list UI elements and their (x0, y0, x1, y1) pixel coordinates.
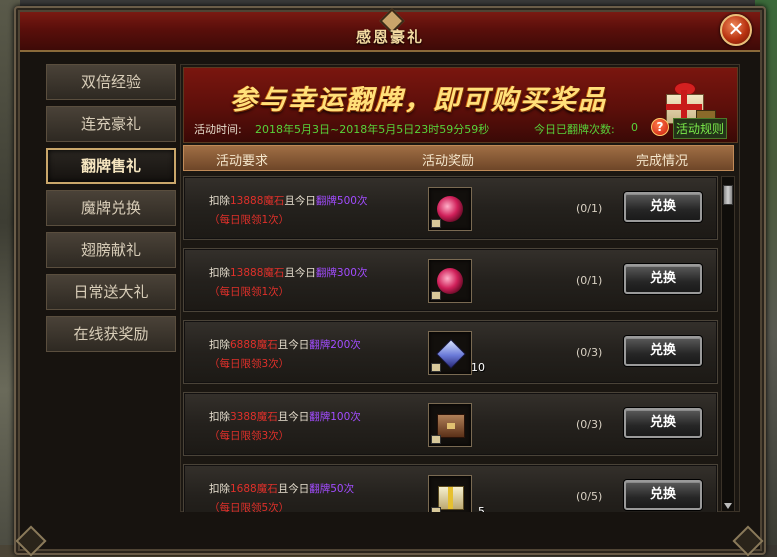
reward-quantity: 10 (471, 361, 485, 374)
table-row: 扣除6888魔石且今日翻牌200次 （每日限领3次） 10 (0/3) 兑换 (183, 320, 718, 384)
progress-text: (0/3) (576, 346, 603, 359)
lock-icon (431, 435, 441, 444)
reward-slot[interactable]: 10 (428, 331, 485, 375)
scroll-thumb[interactable] (723, 185, 733, 205)
daily-limit-text: （每日限领3次） (209, 430, 290, 442)
progress-text: (0/1) (576, 202, 603, 215)
table-row: 扣除13888魔石且今日翻牌500次 （每日限领1次） (0/1) 兑换 (183, 176, 718, 240)
lock-icon (431, 291, 441, 300)
lock-icon (431, 507, 441, 512)
reward-quantity: 5 (478, 505, 485, 512)
banner-headline: 参与幸运翻牌，即可购买奖品 (230, 85, 607, 116)
reward-slot[interactable] (428, 259, 472, 303)
redeem-button[interactable]: 兑换 (624, 408, 702, 438)
header-reward: 活动奖励 (422, 154, 475, 169)
sidebar-item-daily-gift[interactable]: 日常送大礼 (46, 274, 176, 310)
reward-slot[interactable] (428, 403, 472, 447)
table-row: 扣除1688魔石且今日翻牌50次 （每日限领5次） 5 (0/5) 兑换 (183, 464, 718, 512)
requirement-text: 扣除13888魔石且今日翻牌500次 (209, 195, 368, 207)
window-titlebar: 感恩豪礼 (20, 8, 760, 52)
sidebar-item-flip-sale[interactable]: 翻牌售礼 (46, 148, 176, 184)
table-row: 扣除13888魔石且今日翻牌300次 （每日限领1次） (0/1) 兑换 (183, 248, 718, 312)
requirement-text: 扣除13888魔石且今日翻牌300次 (209, 267, 368, 279)
daily-limit-text: （每日限领1次） (209, 286, 290, 298)
progress-text: (0/1) (576, 274, 603, 287)
window-title: 感恩豪礼 (355, 28, 424, 46)
table-row: 扣除3388魔石且今日翻牌100次 （每日限领3次） (0/3) 兑换 (183, 392, 718, 456)
daily-limit-text: （每日限领1次） (209, 214, 290, 226)
requirement-text: 扣除6888魔石且今日翻牌200次 (209, 339, 361, 351)
gift-box-icon (438, 486, 464, 510)
lock-icon (431, 363, 441, 372)
progress-text: (0/3) (576, 418, 603, 431)
close-button[interactable]: ✕ (720, 14, 752, 46)
scroll-down-icon[interactable] (724, 503, 732, 509)
daily-limit-text: （每日限领5次） (209, 502, 290, 512)
event-time-value: 2018年5月3日~2018年5月5日23时59分59秒 (255, 123, 490, 136)
sidebar-item-wing-gift[interactable]: 翅膀献礼 (46, 232, 176, 268)
sidebar-item-online-reward[interactable]: 在线获奖励 (46, 316, 176, 352)
rules-link[interactable]: 活动规则 (673, 118, 728, 139)
sidebar-item-double-exp[interactable]: 双倍经验 (46, 64, 176, 100)
redeem-button[interactable]: 兑换 (624, 264, 702, 294)
reward-slot[interactable]: 5 (428, 475, 485, 512)
event-time-label: 活动时间: (194, 123, 242, 136)
daily-limit-text: （每日限领3次） (209, 358, 290, 370)
requirement-text: 扣除3388魔石且今日翻牌100次 (209, 411, 361, 423)
progress-text: (0/5) (576, 490, 603, 503)
table-header: 活动要求 活动奖励 完成情况 (183, 145, 734, 171)
today-flips-label: 今日已翻牌次数: (534, 123, 615, 136)
sidebar-nav: 双倍经验 连充豪礼 翻牌售礼 魔牌兑换 翅膀献礼 日常送大礼 在线获奖励 (46, 64, 176, 358)
header-requirement: 活动要求 (216, 154, 269, 169)
reward-slot[interactable] (428, 187, 472, 231)
today-flips-count: 0 (631, 121, 638, 134)
help-icon[interactable]: ? (651, 118, 669, 136)
list-scrollbar[interactable] (721, 176, 735, 512)
requirement-text: 扣除1688魔石且今日翻牌50次 (209, 483, 355, 495)
sidebar-item-card-exchange[interactable]: 魔牌兑换 (46, 190, 176, 226)
chest-icon (437, 414, 465, 438)
reward-list: 扣除13888魔石且今日翻牌500次 （每日限领1次） (0/1) 兑换 扣除1… (183, 176, 718, 512)
sidebar-item-recharge-gift[interactable]: 连充豪礼 (46, 106, 176, 142)
redeem-button[interactable]: 兑换 (624, 480, 702, 510)
redeem-button[interactable]: 兑换 (624, 336, 702, 366)
lock-icon (431, 219, 441, 228)
redeem-button[interactable]: 兑换 (624, 192, 702, 222)
header-status: 完成情况 (636, 154, 689, 169)
